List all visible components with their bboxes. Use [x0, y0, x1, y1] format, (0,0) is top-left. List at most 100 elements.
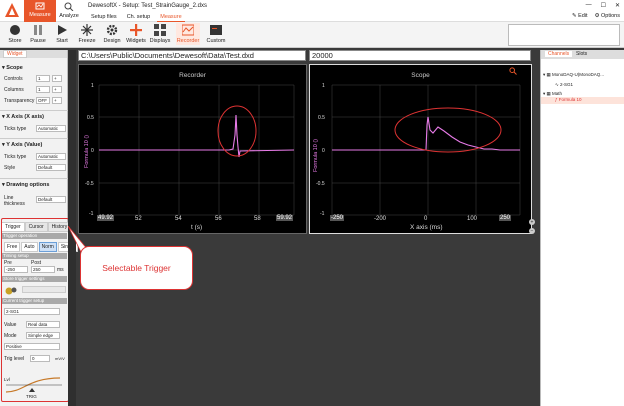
svg-text:+: +	[531, 220, 534, 226]
tree-item-label: 2-SG1	[560, 82, 574, 87]
snowflake-icon	[81, 24, 93, 36]
scope-ylabel: Formula 10 ()	[313, 139, 319, 173]
file-path-field[interactable]: C:\Users\Public\Documents\Dewesoft\Data\…	[78, 50, 306, 61]
scope-ytick: 0.5	[318, 115, 325, 121]
tab-slots[interactable]: Slots	[573, 51, 590, 57]
y-ticks-select[interactable]: Automatic	[36, 153, 66, 160]
displays-label: Displays	[149, 38, 171, 44]
freeze-button[interactable]: Freeze	[76, 24, 98, 44]
options-label: Options	[601, 13, 620, 19]
recorder-canvas	[98, 84, 295, 216]
custom-button[interactable]: Custom	[205, 24, 227, 44]
design-button[interactable]: Design	[101, 24, 123, 44]
pause-label: Pause	[30, 38, 46, 44]
trigger-marker-icon[interactable]	[29, 388, 35, 392]
controls-field[interactable]: 1	[36, 75, 50, 82]
start-button[interactable]: Start	[51, 24, 73, 44]
tab-ch-setup[interactable]: Ch. setup	[124, 13, 154, 22]
transparency-stepper[interactable]: +	[52, 97, 62, 104]
scope-ytick: 1	[322, 83, 325, 89]
start-label: Start	[56, 38, 68, 44]
tab-channels[interactable]: Channels	[545, 51, 573, 57]
scope-section-header[interactable]: Scope	[2, 65, 23, 71]
tree-item-label: MonoDAQ-U(MonoDAQ...	[552, 72, 605, 77]
expand-icon[interactable]: ▾ ▦	[543, 91, 552, 96]
recorder-button[interactable]: Recorder	[176, 23, 200, 45]
toolbar-note-field[interactable]	[508, 24, 620, 46]
x-axis-section-header[interactable]: X Axis (X axis)	[2, 114, 44, 120]
dewesoft-logo-icon	[5, 3, 19, 17]
line-thickness-select[interactable]: Default	[36, 196, 66, 203]
tree-item-formula-10[interactable]: ƒ Formula 10	[541, 97, 624, 104]
mode-auto-button[interactable]: Auto	[21, 242, 38, 252]
scope-plot[interactable]: Scope 1 0.5 0 -0.5 -1 Formula 10 () -250…	[309, 64, 532, 234]
store-button[interactable]: Store	[4, 24, 26, 44]
tab-measure[interactable]: Measure	[157, 13, 185, 22]
pause-icon	[34, 25, 42, 35]
transparency-row: Transparency OFF +	[4, 97, 66, 104]
tree-item-2-sg1[interactable]: ∿ 2-SG1	[555, 82, 573, 88]
value-select[interactable]: Real data	[26, 321, 60, 328]
edit-button[interactable]: ✎ Edit	[572, 13, 588, 19]
mode-select[interactable]: Simple edge	[26, 332, 60, 339]
tab-cursor[interactable]: Cursor	[24, 222, 48, 232]
transparency-toggle[interactable]: OFF	[36, 97, 50, 104]
zoom-controls[interactable]: + −	[528, 218, 536, 236]
trig-level-input[interactable]: 0	[30, 355, 50, 362]
transparency-label: Transparency	[4, 98, 35, 104]
tab-trigger[interactable]: Trigger	[1, 222, 25, 232]
columns-row: Columns 1 +	[4, 86, 66, 93]
line-thickness-row: Line thickness Default	[4, 194, 66, 207]
measure-tab[interactable]: Measure	[24, 0, 56, 22]
mode-norm-button[interactable]: Norm	[38, 242, 57, 252]
recorder-signal-line	[99, 114, 295, 158]
analyze-tab-label: Analyze	[59, 13, 79, 19]
scope-xtick: 0	[424, 216, 428, 222]
scope-canvas	[331, 84, 521, 216]
columns-stepper[interactable]: +	[52, 86, 62, 93]
pause-button[interactable]: Pause	[27, 24, 49, 44]
recorder-xlabel: t (s)	[191, 224, 203, 231]
tab-widget[interactable]: Widget	[3, 50, 27, 58]
tab-setup-files[interactable]: Setup files	[88, 13, 120, 22]
scope-ytick: -1	[320, 211, 325, 217]
close-icon[interactable]: ✕	[615, 2, 620, 9]
gear-icon	[106, 24, 118, 36]
trig-level-unit: mV/V	[55, 356, 65, 361]
mode-free-button[interactable]: Free	[4, 242, 21, 252]
recorder-plot[interactable]: Recorder 1 0.5 0 -0.5 -1 Formula 10 () 4…	[78, 64, 307, 234]
x-ticks-select[interactable]: Automatic	[36, 125, 66, 132]
sub-tabs: Setup files Ch. setup Measure	[88, 13, 185, 22]
recorder-ytick: -0.5	[85, 181, 94, 187]
scope-xtick: 100	[467, 216, 478, 222]
edge-select[interactable]: Positive	[4, 343, 60, 350]
y-axis-section-header[interactable]: Y Axis (Value)	[2, 142, 42, 148]
trigger-channel-select[interactable]: 2-SG1	[4, 308, 60, 315]
scope-highlight-circle	[394, 107, 502, 153]
style-select[interactable]: Default	[36, 164, 66, 171]
window-controls: — ☐ ✕	[586, 2, 620, 9]
expand-icon[interactable]: ▾ ▦	[543, 72, 552, 77]
analyze-tab[interactable]: Analyze	[58, 0, 80, 22]
minimize-icon[interactable]: —	[586, 2, 592, 9]
recorder-xtick: 59.92	[276, 215, 294, 221]
preset-list[interactable]	[22, 286, 66, 293]
right-panel-tabs: Channels Slots	[541, 50, 624, 59]
controls-stepper[interactable]: +	[52, 75, 62, 82]
analyze-icon	[64, 2, 74, 11]
trigger-preset-icon[interactable]	[4, 285, 18, 295]
sample-count-field[interactable]: 20000	[309, 50, 531, 61]
time-unit: ms	[57, 267, 64, 273]
pre-input[interactable]: -250	[4, 266, 28, 273]
columns-field[interactable]: 1	[36, 86, 50, 93]
scope-xtick: -250	[330, 215, 345, 221]
right-panel: Channels Slots ▾ ▦ MonoDAQ-U(MonoDAQ... …	[540, 50, 624, 406]
widgets-button[interactable]: Widgets	[125, 24, 147, 44]
drawing-options-header[interactable]: Drawing options	[2, 182, 49, 188]
post-input[interactable]: 250	[31, 266, 55, 273]
tree-item-monodaq[interactable]: ▾ ▦ MonoDAQ-U(MonoDAQ...	[543, 72, 604, 78]
displays-button[interactable]: Displays	[149, 24, 171, 44]
maximize-icon[interactable]: ☐	[601, 2, 606, 9]
recorder-xtick: 52	[135, 216, 142, 222]
options-button[interactable]: ⚙ Options	[595, 13, 620, 19]
